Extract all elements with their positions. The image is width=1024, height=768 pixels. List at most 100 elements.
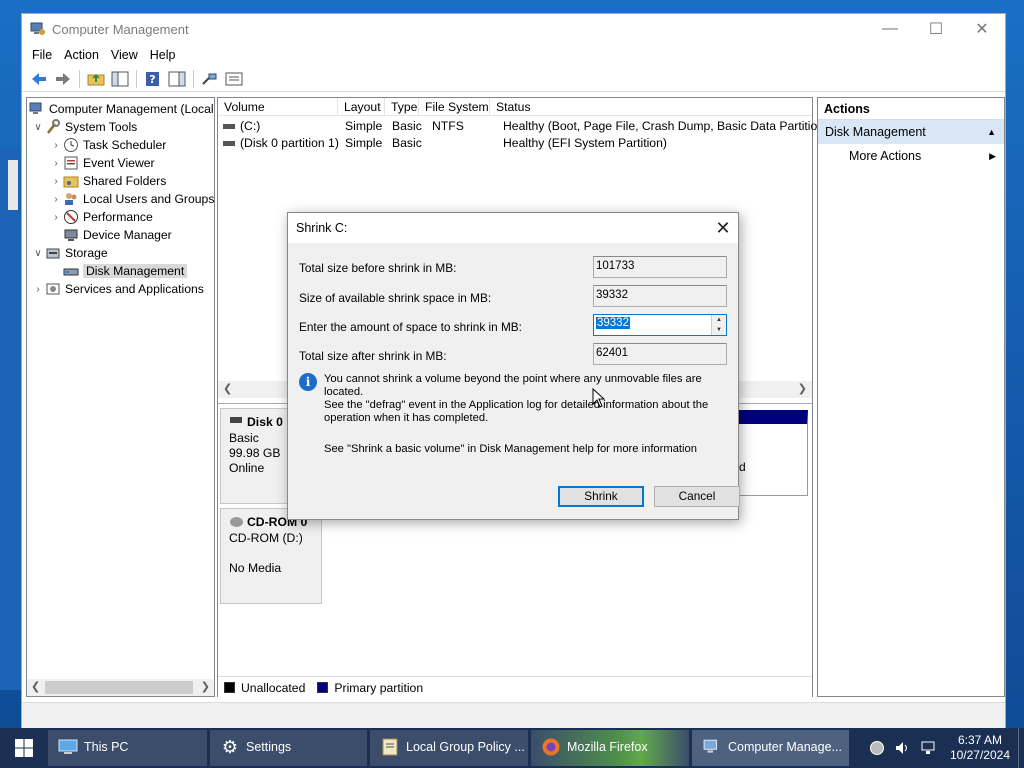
expand-chevron-icon[interactable]: › bbox=[49, 194, 63, 205]
taskbar-computer-management[interactable]: Computer Manage... bbox=[692, 730, 849, 766]
collapse-triangle-icon[interactable]: ▲ bbox=[987, 120, 996, 144]
tree-services-applications[interactable]: › Services and Applications bbox=[31, 280, 204, 298]
menu-help[interactable]: Help bbox=[144, 48, 182, 62]
expand-chevron-icon[interactable]: › bbox=[31, 284, 45, 295]
dialog-close-button[interactable]: ✕ bbox=[708, 218, 738, 239]
collapse-chevron-icon[interactable]: ∨ bbox=[31, 122, 45, 133]
tree-disk-management[interactable]: Disk Management bbox=[63, 262, 188, 280]
cd-drive-icon bbox=[230, 517, 243, 527]
back-arrow-icon bbox=[32, 72, 46, 85]
spin-buttons[interactable]: ▲ ▼ bbox=[711, 315, 726, 335]
spin-up-icon[interactable]: ▲ bbox=[716, 317, 722, 323]
menu-action[interactable]: Action bbox=[58, 48, 105, 62]
taskbar-this-pc[interactable]: This PC bbox=[48, 730, 207, 766]
clock-icon bbox=[63, 137, 79, 153]
taskbar-settings[interactable]: ⚙ Settings bbox=[210, 730, 367, 766]
help-button[interactable]: ? bbox=[142, 69, 164, 89]
menu-bar: File Action View Help bbox=[22, 44, 1005, 66]
column-type[interactable]: Type bbox=[385, 98, 419, 115]
disk-icon bbox=[230, 417, 242, 423]
expand-chevron-icon[interactable]: › bbox=[49, 212, 63, 223]
tree-horizontal-scrollbar[interactable]: ❮ ❯ bbox=[27, 679, 214, 696]
up-folder-button[interactable] bbox=[85, 69, 107, 89]
cancel-button[interactable]: Cancel bbox=[654, 486, 740, 507]
column-layout[interactable]: Layout bbox=[338, 98, 385, 115]
computer-management-icon bbox=[702, 737, 722, 757]
column-file-system[interactable]: File System bbox=[419, 98, 490, 115]
scroll-right-arrow-icon[interactable]: ❯ bbox=[798, 382, 807, 395]
menu-view[interactable]: View bbox=[105, 48, 144, 62]
services-icon bbox=[45, 281, 61, 297]
cdrom0-info[interactable]: CD-ROM 0 CD-ROM (D:) No Media bbox=[220, 508, 322, 604]
back-button[interactable] bbox=[28, 69, 50, 89]
disk0-partition[interactable]: d bbox=[738, 410, 808, 496]
total-before-label: Total size before shrink in MB: bbox=[299, 261, 457, 275]
column-volume[interactable]: Volume bbox=[218, 98, 338, 115]
shrink-button[interactable]: Shrink bbox=[558, 486, 644, 507]
tree-task-scheduler[interactable]: › Task Scheduler bbox=[49, 136, 166, 154]
help-link-text: See "Shrink a basic volume" in Disk Mana… bbox=[324, 443, 697, 455]
network-icon[interactable] bbox=[918, 738, 940, 758]
expand-chevron-icon[interactable]: › bbox=[49, 140, 63, 151]
folder-up-icon bbox=[87, 73, 105, 85]
disk-management-icon bbox=[63, 263, 79, 279]
spin-down-icon[interactable]: ▼ bbox=[716, 327, 722, 333]
scroll-left-arrow-icon[interactable]: ❮ bbox=[31, 680, 40, 693]
notification-circle-icon[interactable] bbox=[866, 738, 888, 758]
taskbar-firefox[interactable]: Mozilla Firefox bbox=[531, 730, 689, 766]
scrollbar-thumb[interactable] bbox=[45, 681, 193, 694]
tree-local-users-groups[interactable]: › Local Users and Groups bbox=[49, 190, 214, 208]
connect-icon bbox=[202, 73, 217, 85]
tree-device-manager[interactable]: Device Manager bbox=[63, 226, 172, 244]
status-bar bbox=[22, 702, 1005, 728]
help-icon: ? bbox=[146, 71, 159, 86]
tree-shared-folders[interactable]: › Shared Folders bbox=[49, 172, 166, 190]
actions-section-disk-management[interactable]: Disk Management ▲ bbox=[818, 120, 1004, 144]
volume-row[interactable]: (C:) Simple Basic NTFS Healthy (Boot, Pa… bbox=[218, 119, 828, 136]
menu-file[interactable]: File bbox=[26, 48, 58, 62]
toolbar: ? bbox=[22, 66, 1005, 92]
show-hide-console-tree-button[interactable] bbox=[109, 69, 131, 89]
shrink-amount-stepper[interactable]: 39332 ▲ ▼ bbox=[593, 314, 727, 336]
connect-button[interactable] bbox=[199, 69, 221, 89]
close-button[interactable]: ✕ bbox=[959, 14, 1005, 44]
expand-chevron-icon[interactable]: › bbox=[49, 176, 63, 187]
clock-time: 6:37 AM bbox=[957, 733, 1002, 747]
tree-storage[interactable]: ∨ Storage bbox=[31, 244, 107, 262]
expand-chevron-icon[interactable]: › bbox=[49, 158, 63, 169]
tree-performance[interactable]: › Performance bbox=[49, 208, 153, 226]
forward-button[interactable] bbox=[52, 69, 74, 89]
clock[interactable]: 6:37 AM 10/27/2024 bbox=[942, 733, 1018, 763]
tree-system-tools[interactable]: ∨ System Tools bbox=[31, 118, 137, 136]
properties-button[interactable] bbox=[223, 69, 245, 89]
maximize-button[interactable]: ☐ bbox=[913, 14, 959, 44]
more-actions-item[interactable]: More Actions ▶ bbox=[818, 144, 1004, 168]
volume-row[interactable]: (Disk 0 partition 1) Simple Basic Health… bbox=[218, 136, 812, 153]
computer-management-icon bbox=[29, 101, 45, 117]
tree-root[interactable]: Computer Management (Local bbox=[29, 100, 214, 118]
shrink-amount-input[interactable]: 39332 bbox=[596, 317, 630, 329]
volume-icon[interactable] bbox=[892, 738, 914, 758]
console-tree-icon bbox=[111, 71, 129, 86]
window-title: Computer Management bbox=[52, 21, 189, 37]
scroll-left-arrow-icon[interactable]: ❮ bbox=[223, 382, 232, 395]
this-pc-icon bbox=[58, 737, 78, 757]
shrink-amount-label: Enter the amount of space to shrink in M… bbox=[299, 320, 522, 334]
mouse-cursor-icon bbox=[592, 388, 606, 408]
title-bar[interactable]: Computer Management — ☐ ✕ bbox=[22, 14, 1005, 44]
taskbar-local-group-policy[interactable]: Local Group Policy ... bbox=[370, 730, 528, 766]
system-tray: 6:37 AM 10/27/2024 bbox=[864, 728, 1024, 768]
action-pane-icon bbox=[168, 71, 186, 86]
show-desktop-button[interactable] bbox=[1018, 728, 1024, 768]
collapse-chevron-icon[interactable]: ∨ bbox=[31, 248, 45, 259]
dialog-title-bar[interactable]: Shrink C: ✕ bbox=[288, 213, 738, 243]
start-button[interactable] bbox=[0, 728, 48, 768]
console-tree: Computer Management (Local ∨ System Tool… bbox=[26, 97, 215, 697]
users-icon bbox=[63, 191, 79, 207]
show-hide-action-pane-button[interactable] bbox=[166, 69, 188, 89]
scroll-right-arrow-icon[interactable]: ❯ bbox=[201, 680, 210, 693]
tree-event-viewer[interactable]: › Event Viewer bbox=[49, 154, 154, 172]
minimize-button[interactable]: — bbox=[867, 14, 913, 44]
column-status[interactable]: Status bbox=[490, 98, 812, 115]
total-after-label: Total size after shrink in MB: bbox=[299, 349, 447, 363]
